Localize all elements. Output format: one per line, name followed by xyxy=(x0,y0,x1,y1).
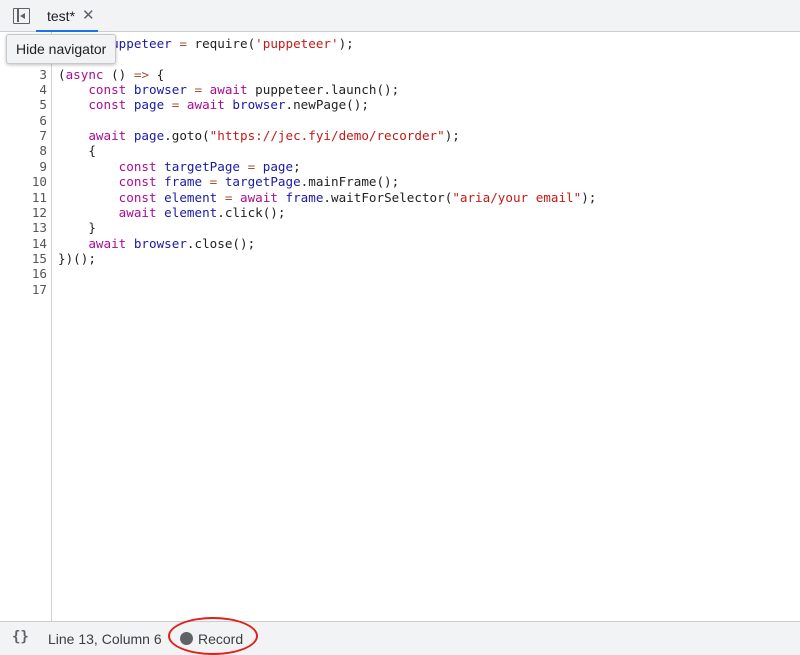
code-token: { xyxy=(149,66,165,82)
code-line[interactable]: (async () => { xyxy=(58,67,164,82)
pretty-print-icon[interactable]: {} xyxy=(12,629,29,645)
code-token: browser xyxy=(232,97,286,113)
code-line[interactable]: const page = await browser.newPage(); xyxy=(58,97,369,112)
code-line[interactable]: await browser.close(); xyxy=(58,236,255,251)
code-token: = xyxy=(164,97,187,113)
code-token: page xyxy=(133,97,165,113)
code-line[interactable]: const targetPage = page; xyxy=(58,159,301,174)
code-token: => xyxy=(133,66,150,82)
line-number: 5 xyxy=(39,97,47,113)
code-token: await xyxy=(58,235,134,251)
code-token: } xyxy=(58,220,96,236)
line-number: 3 xyxy=(39,66,47,82)
code-token: browser xyxy=(133,235,187,251)
code-token: })(); xyxy=(58,250,96,266)
line-number-gutter: 1234567891011121314151617 xyxy=(0,32,52,621)
code-token: await xyxy=(209,82,256,98)
code-line[interactable]: })(); xyxy=(58,251,96,266)
close-icon[interactable]: ✕ xyxy=(82,6,95,24)
code-line[interactable]: const element = await frame.waitForSelec… xyxy=(58,189,597,205)
code-token: const xyxy=(58,189,165,205)
cursor-position: Line 13, Column 6 xyxy=(48,631,162,647)
status-bar: {} Line 13, Column 6 Record xyxy=(0,621,800,655)
code-token: await xyxy=(58,204,165,220)
editor-tabbar: test* ✕ xyxy=(0,0,800,32)
line-number: 15 xyxy=(31,250,47,266)
code-token: .close(); xyxy=(186,235,256,251)
code-token: await xyxy=(186,97,233,113)
code-token: require( xyxy=(194,36,256,51)
code-token: .mainFrame(); xyxy=(300,174,400,190)
code-token: const xyxy=(58,82,134,98)
code-line[interactable]: const browser = await puppeteer.launch()… xyxy=(58,82,399,97)
code-token: ); xyxy=(581,189,597,205)
code-token: = xyxy=(217,189,240,205)
code-token: async xyxy=(65,66,104,82)
line-number: 7 xyxy=(39,128,47,144)
code-token: { xyxy=(58,143,96,159)
code-token: = xyxy=(239,158,263,174)
code-token: ); xyxy=(338,36,354,51)
line-number: 4 xyxy=(39,82,47,98)
code-token: ( xyxy=(58,66,66,82)
hide-navigator-tooltip: Hide navigator xyxy=(6,34,117,64)
code-token: element xyxy=(164,204,218,220)
line-number: 16 xyxy=(31,266,47,282)
code-token: page xyxy=(133,128,165,144)
code-token: const xyxy=(58,174,165,190)
code-token: () xyxy=(103,66,134,82)
line-number: 17 xyxy=(31,281,47,297)
code-token: "aria/your email" xyxy=(452,189,582,205)
line-number: 11 xyxy=(31,189,47,205)
highlight-annotation xyxy=(168,617,258,655)
code-token: targetPage xyxy=(224,174,301,190)
code-token: frame xyxy=(285,189,324,205)
code-token: const xyxy=(58,97,134,113)
code-line[interactable]: await element.click(); xyxy=(58,204,286,220)
code-token: element xyxy=(164,189,218,205)
code-token: frame xyxy=(164,174,203,190)
tab-test[interactable]: test* ✕ xyxy=(36,0,98,32)
code-line[interactable]: } xyxy=(58,220,96,235)
code-token: ); xyxy=(444,128,460,144)
code-token: = xyxy=(171,36,195,51)
code-token: page xyxy=(262,158,294,174)
code-token: puppeteer.launch(); xyxy=(255,82,400,98)
line-number: 6 xyxy=(39,112,47,128)
code-line[interactable]: { xyxy=(58,143,96,158)
line-number: 12 xyxy=(31,204,47,220)
line-number: 8 xyxy=(39,143,47,159)
code-token: .newPage(); xyxy=(285,97,369,113)
code-token: .waitForSelector( xyxy=(323,189,453,205)
line-number: 14 xyxy=(31,235,47,251)
toggle-navigator-icon[interactable] xyxy=(13,8,30,24)
code-token: targetPage xyxy=(164,158,240,174)
code-token: = xyxy=(202,174,225,190)
line-number: 10 xyxy=(31,174,47,190)
code-token: 'puppeteer' xyxy=(255,36,339,51)
line-number: 9 xyxy=(39,158,47,174)
code-editor[interactable]: 1234567891011121314151617 const puppetee… xyxy=(0,32,800,621)
code-token: "https://jec.fyi/demo/recorder" xyxy=(209,128,445,144)
code-token: await xyxy=(58,128,134,144)
code-line[interactable]: const frame = targetPage.mainFrame(); xyxy=(58,174,400,190)
code-line[interactable]: await page.goto("https://jec.fyi/demo/re… xyxy=(58,128,460,143)
code-token: = xyxy=(186,82,210,98)
code-token: await xyxy=(239,189,286,205)
line-number: 13 xyxy=(31,220,47,236)
code-token: .goto( xyxy=(164,128,210,144)
code-token: .click(); xyxy=(217,204,286,220)
code-token: browser xyxy=(133,82,187,98)
code-token: ; xyxy=(293,158,301,174)
code-token: const xyxy=(58,158,165,174)
tab-label: test* xyxy=(47,8,76,24)
